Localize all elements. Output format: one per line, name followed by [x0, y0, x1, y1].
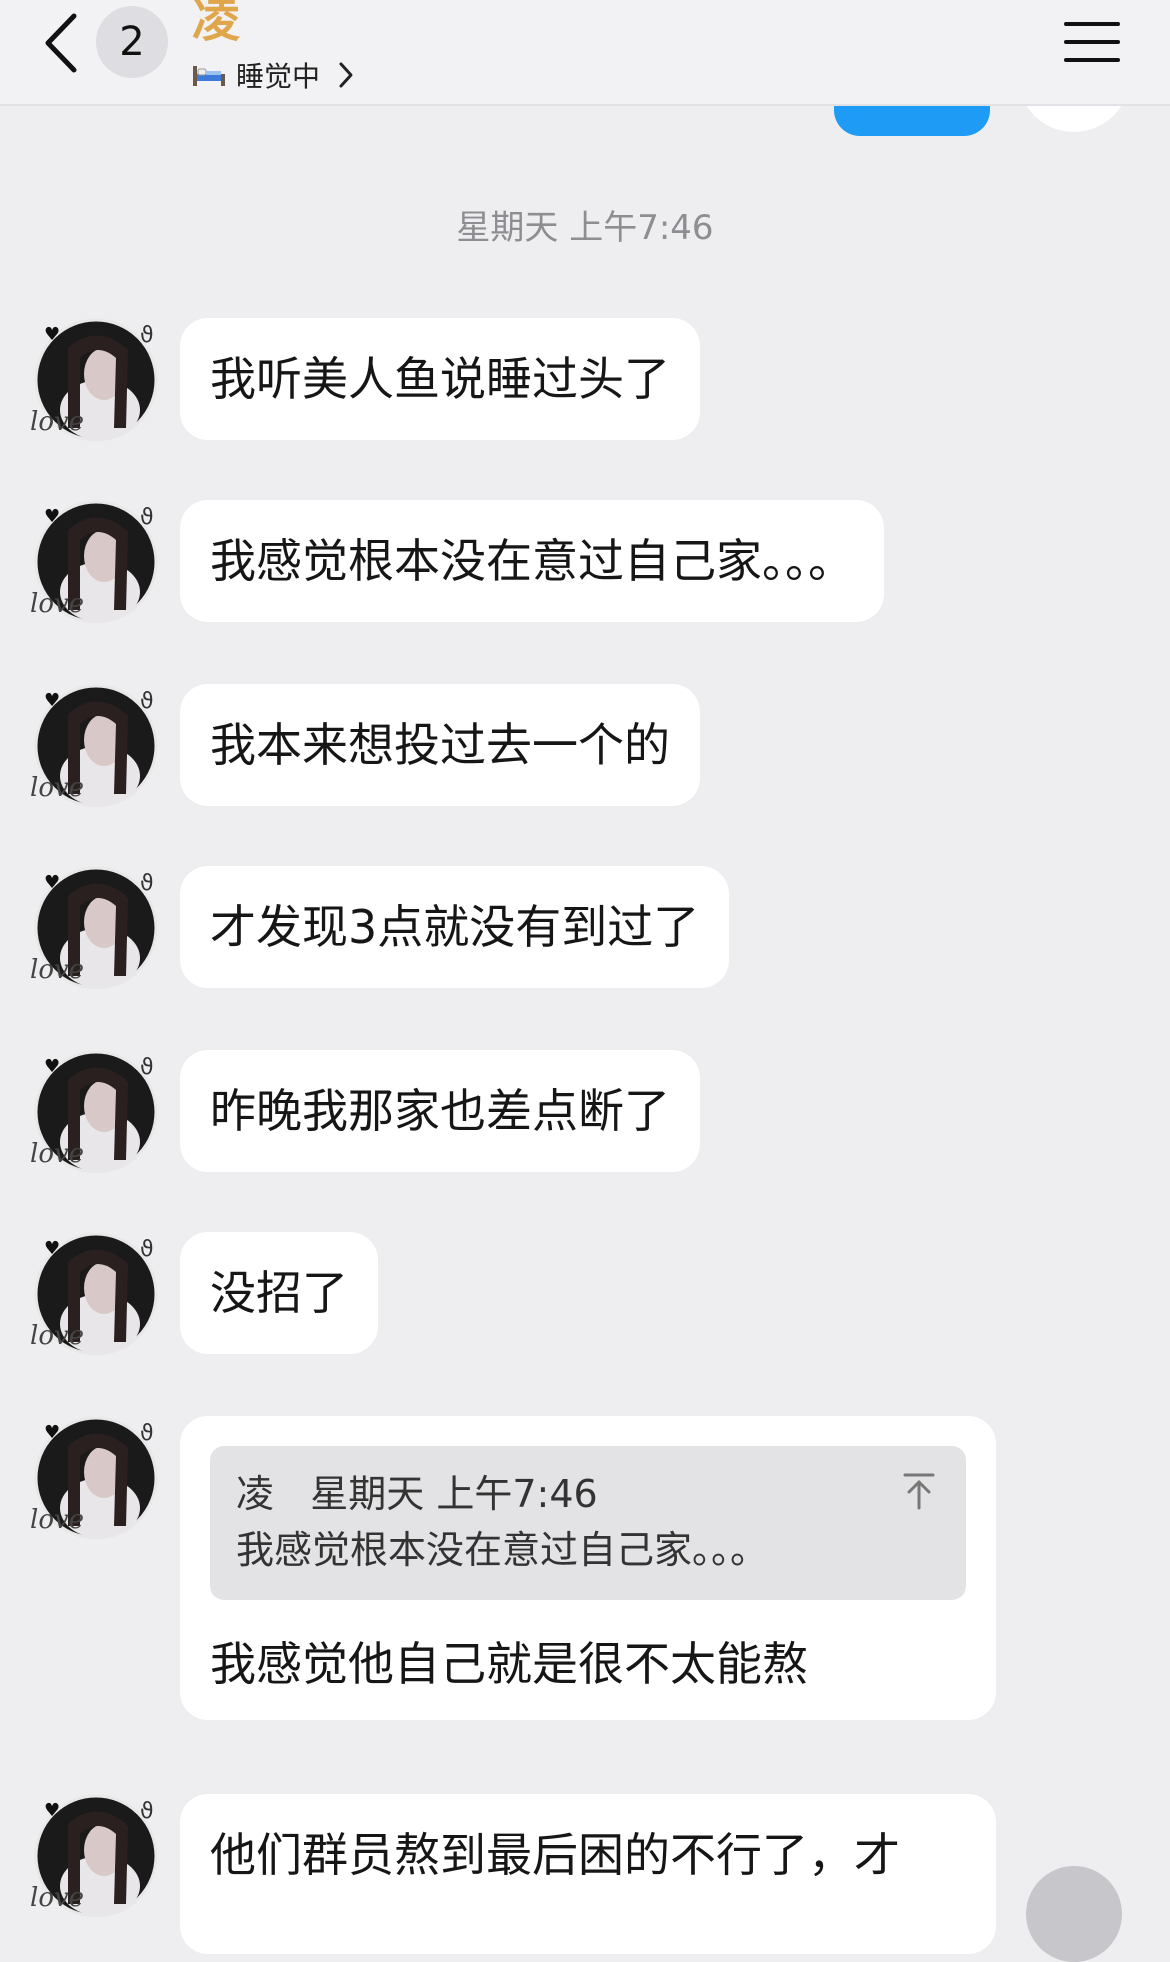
svg-text:♥: ♥ [44, 872, 60, 893]
svg-text:♥: ♥ [44, 506, 60, 527]
svg-text:♥: ♥ [44, 1800, 60, 1821]
contact-avatar[interactable]: love ♥ ϑ [28, 1416, 168, 1546]
contact-avatar[interactable]: love ♥ ϑ [28, 684, 168, 814]
svg-text:♥: ♥ [44, 1422, 60, 1443]
message-bubble[interactable]: 才发现3点就没有到过了 [180, 866, 730, 988]
svg-text:ϑ: ϑ [140, 1421, 154, 1446]
contact-avatar[interactable]: love ♥ ϑ [28, 866, 168, 996]
svg-text:♥: ♥ [44, 324, 60, 345]
svg-text:love: love [30, 1321, 84, 1351]
message-bubble[interactable]: 我本来想投过去一个的 [180, 684, 700, 806]
contact-avatar[interactable]: love ♥ ϑ [28, 1794, 168, 1924]
contact-avatar[interactable]: love ♥ ϑ [28, 500, 168, 630]
chat-header: 2 凌 睡觉中 [0, 0, 1170, 106]
quote-time: 星期天 上午7:46 [310, 1472, 598, 1516]
contact-avatar[interactable]: love ♥ ϑ [28, 318, 168, 448]
message-bubble[interactable]: 没招了 [180, 1232, 378, 1354]
status-label: 睡觉中 [236, 60, 321, 93]
contact-status[interactable]: 睡觉中 [192, 52, 356, 98]
back-chevron-icon[interactable] [40, 10, 84, 76]
svg-text:love: love [30, 773, 84, 803]
message-bubble[interactable]: 昨晚我那家也差点断了 [180, 1050, 700, 1172]
svg-text:love: love [30, 1139, 84, 1169]
quote-text: 我感觉根本没在意过自己家。。。 [236, 1528, 769, 1572]
svg-text:ϑ: ϑ [140, 1237, 154, 1262]
quote-author: 凌 [236, 1472, 275, 1516]
bed-icon [193, 66, 225, 86]
scroll-to-bottom-button[interactable] [1026, 1866, 1122, 1962]
svg-text:love: love [30, 1505, 84, 1535]
svg-text:love: love [30, 407, 84, 437]
hamburger-menu-icon[interactable] [1064, 20, 1120, 64]
jump-to-top-icon[interactable] [902, 1472, 936, 1510]
svg-text:ϑ: ϑ [140, 1055, 154, 1080]
chevron-right-icon [339, 62, 353, 88]
quote-meta: 凌 星期天 上午7:46 [236, 1466, 886, 1522]
contact-name[interactable]: 凌 [192, 0, 240, 48]
svg-text:love: love [30, 955, 84, 985]
message-bubble[interactable]: 他们群员熬到最后困的不行了，才 [180, 1794, 996, 1954]
contact-avatar[interactable]: love ♥ ϑ [28, 1232, 168, 1362]
message-bubble[interactable]: 我听美人鱼说睡过头了 [180, 318, 700, 440]
svg-text:ϑ: ϑ [140, 1799, 154, 1824]
svg-text:love: love [30, 1883, 84, 1913]
quoted-message[interactable]: 凌 星期天 上午7:46 我感觉根本没在意过自己家。。。 [210, 1446, 966, 1600]
svg-text:ϑ: ϑ [140, 689, 154, 714]
svg-text:ϑ: ϑ [140, 323, 154, 348]
svg-text:love: love [30, 589, 84, 619]
svg-text:ϑ: ϑ [140, 871, 154, 896]
svg-text:ϑ: ϑ [140, 505, 154, 530]
contact-avatar[interactable]: love ♥ ϑ [28, 1050, 168, 1180]
svg-text:♥: ♥ [44, 1056, 60, 1077]
message-timestamp: 星期天 上午7:46 [456, 208, 714, 248]
unread-count-badge[interactable]: 2 [96, 6, 168, 78]
reply-text: 我感觉他自己就是很不太能熬 [210, 1637, 808, 1691]
svg-text:♥: ♥ [44, 1238, 60, 1259]
reply-message-bubble[interactable]: 凌 星期天 上午7:46 我感觉根本没在意过自己家。。。 我感觉他自己就是很不太… [180, 1416, 996, 1720]
svg-text:♥: ♥ [44, 690, 60, 711]
message-bubble[interactable]: 我感觉根本没在意过自己家。。。 [180, 500, 884, 622]
